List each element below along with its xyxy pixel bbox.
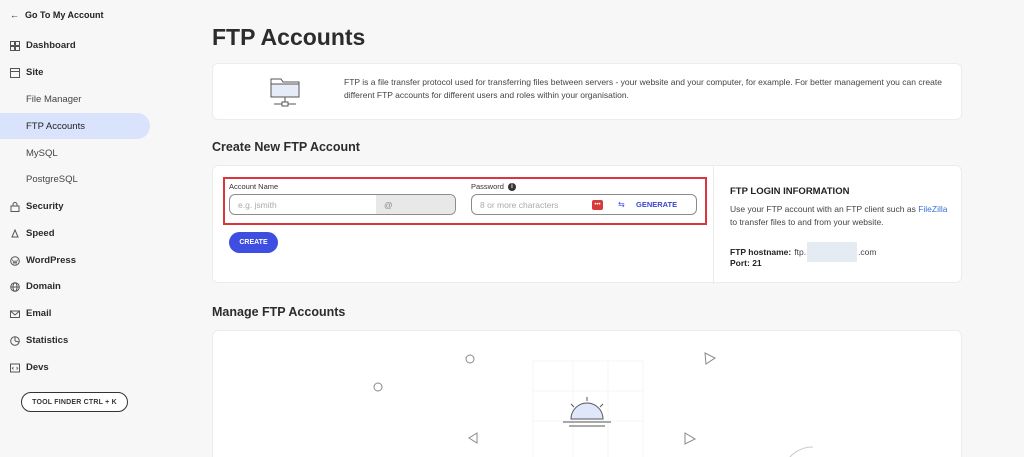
manage-section-title: Manage FTP Accounts bbox=[212, 305, 346, 319]
sidebar-item-email[interactable]: Email bbox=[10, 308, 51, 319]
sidebar: ← Go To My Account Dashboard Site File M… bbox=[0, 0, 150, 457]
refresh-icon[interactable]: ⇆ bbox=[618, 200, 628, 209]
login-info-text: Use your FTP account with an FTP client … bbox=[730, 204, 948, 227]
site-icon bbox=[10, 67, 20, 78]
password-placeholder: 8 or more characters bbox=[480, 199, 559, 210]
ftp-port: Port: 21 bbox=[730, 258, 762, 268]
go-to-account-label: Go To My Account bbox=[25, 10, 104, 20]
create-button[interactable]: CREATE bbox=[229, 232, 278, 253]
sidebar-item-label: WordPress bbox=[26, 255, 76, 266]
sidebar-item-wordpress[interactable]: WordPress bbox=[10, 255, 76, 266]
generate-button[interactable]: GENERATE bbox=[636, 200, 677, 209]
account-name-input[interactable]: e.g. jsmith @ bbox=[229, 194, 456, 215]
sidebar-item-security[interactable]: Security bbox=[10, 201, 64, 212]
lock-icon bbox=[10, 201, 20, 212]
domain-suffix: @ bbox=[376, 195, 455, 214]
redacted-domain bbox=[807, 242, 858, 262]
arrow-left-icon: ← bbox=[10, 10, 19, 20]
ftp-description: FTP is a file transfer protocol used for… bbox=[344, 77, 942, 100]
sidebar-item-label: Speed bbox=[26, 228, 55, 239]
info-card: FTP is a file transfer protocol used for… bbox=[212, 63, 962, 120]
code-icon bbox=[10, 363, 20, 372]
tool-finder-button[interactable]: TOOL FINDER CTRL + K bbox=[21, 392, 128, 412]
rocket-icon bbox=[11, 228, 19, 237]
sidebar-item-label: Domain bbox=[26, 281, 61, 292]
sidebar-item-label: Devs bbox=[26, 362, 49, 373]
sidebar-item-domain[interactable]: Domain bbox=[10, 281, 61, 292]
login-info-title: FTP LOGIN INFORMATION bbox=[730, 186, 850, 197]
create-section-title: Create New FTP Account bbox=[212, 140, 360, 154]
wordpress-icon bbox=[10, 255, 20, 266]
info-icon[interactable]: i bbox=[507, 182, 516, 191]
account-name-label: Account Name bbox=[229, 182, 279, 191]
stats-icon bbox=[10, 335, 20, 346]
password-label-row: Password i bbox=[471, 182, 516, 191]
sidebar-item-dashboard[interactable]: Dashboard bbox=[10, 40, 76, 51]
hostname-prefix: ftp. bbox=[794, 247, 807, 257]
password-input[interactable]: 8 or more characters ••• ⇆ GENERATE bbox=[471, 194, 697, 215]
divider bbox=[713, 166, 714, 284]
ftp-folder-icon bbox=[270, 78, 300, 107]
page-title: FTP Accounts bbox=[212, 24, 366, 50]
hostname-label: FTP hostname: bbox=[730, 247, 792, 257]
empty-state-illustration bbox=[373, 352, 814, 457]
sidebar-subitem-file-manager[interactable]: File Manager bbox=[0, 86, 150, 112]
sidebar-item-label: Security bbox=[26, 201, 64, 212]
sidebar-item-devs[interactable]: Devs bbox=[10, 362, 49, 373]
sidebar-subitem-postgresql[interactable]: PostgreSQL bbox=[0, 166, 150, 192]
mail-icon bbox=[10, 310, 20, 318]
filezilla-link[interactable]: FileZilla bbox=[918, 204, 947, 214]
sidebar-subitem-mysql[interactable]: MySQL bbox=[0, 140, 150, 166]
globe-icon bbox=[10, 281, 20, 292]
create-account-card: Account Name e.g. jsmith @ Password i 8 … bbox=[212, 165, 962, 284]
sidebar-item-label: Dashboard bbox=[26, 40, 76, 51]
sidebar-item-site[interactable]: Site bbox=[10, 67, 43, 78]
go-to-account-link[interactable]: ← Go To My Account bbox=[10, 10, 104, 20]
sidebar-item-label: Email bbox=[26, 308, 52, 319]
sidebar-item-label: Statistics bbox=[26, 335, 69, 346]
sidebar-item-label: Site bbox=[26, 67, 44, 78]
manage-accounts-card bbox=[212, 330, 962, 457]
hostname-suffix: .com bbox=[858, 247, 877, 257]
sidebar-item-speed[interactable]: Speed bbox=[10, 228, 55, 239]
grid-icon bbox=[10, 40, 20, 51]
sidebar-item-statistics[interactable]: Statistics bbox=[10, 335, 68, 346]
password-manager-icon[interactable]: ••• bbox=[592, 199, 603, 210]
password-label: Password bbox=[471, 182, 504, 191]
sidebar-subitem-ftp-accounts[interactable]: FTP Accounts bbox=[0, 113, 150, 139]
account-name-placeholder: e.g. jsmith bbox=[238, 199, 277, 210]
